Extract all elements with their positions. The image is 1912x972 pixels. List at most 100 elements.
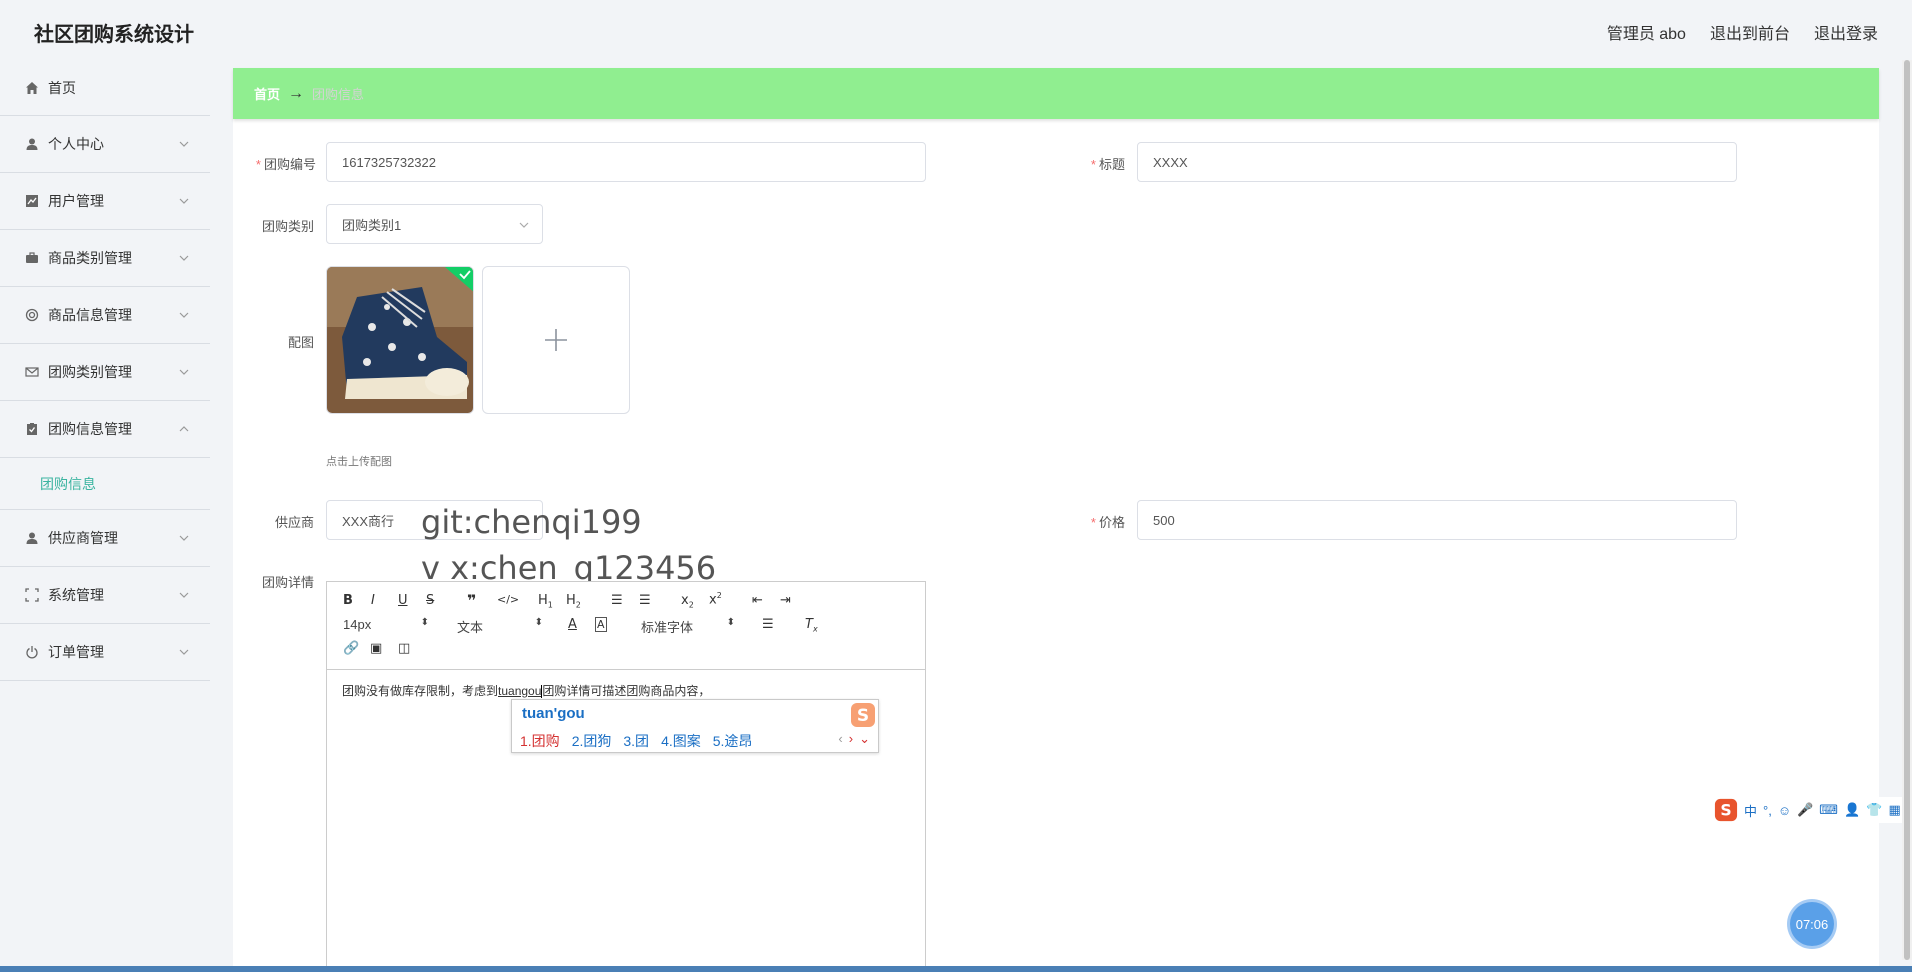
editor-text-before: 团购没有做库存限制，考虑到 <box>342 684 499 698</box>
sidebar-subitem-group-info[interactable]: 团购信息 <box>0 458 210 510</box>
timer-badge[interactable]: 07:06 <box>1790 902 1834 946</box>
chevron-right-icon[interactable]: › <box>849 731 853 747</box>
keyboard-icon[interactable]: ⌨ <box>1819 802 1838 818</box>
sidebar-item-users[interactable]: 用户管理 <box>0 173 210 230</box>
microphone-icon[interactable]: 🎤 <box>1797 802 1813 818</box>
ime-candidate[interactable]: 2.团狗 <box>572 731 612 751</box>
ime-candidate[interactable]: 3.团 <box>623 731 649 751</box>
group-code-label: * 团购编号 <box>255 157 316 172</box>
power-icon <box>24 644 40 660</box>
sidebar-item-orders[interactable]: 订单管理 <box>0 624 210 681</box>
bold-button[interactable]: B <box>343 593 353 608</box>
uploaded-image-thumbnail[interactable] <box>326 266 474 414</box>
header1-button[interactable]: H1 <box>538 593 553 610</box>
price-field[interactable]: 500 <box>1137 500 1737 540</box>
group-category-value: 团购类别1 <box>342 217 402 233</box>
group-category-select[interactable]: 团购类别1 <box>326 204 543 244</box>
sidebar-item-group-category[interactable]: 团购类别管理 <box>0 344 210 401</box>
underline-button[interactable]: U <box>398 593 408 608</box>
group-code-field[interactable]: 1617325732322 <box>326 142 926 182</box>
sidebar-item-label: 团购信息管理 <box>48 421 132 437</box>
ime-punctuation-mode[interactable]: °, <box>1763 803 1772 818</box>
breadcrumb-current: 团购信息 <box>312 87 365 102</box>
font-family-select[interactable]: 标准字体 ⬍ <box>641 617 735 636</box>
code-block-button[interactable]: </> <box>497 593 519 606</box>
subscript-button[interactable]: x2 <box>681 593 694 610</box>
blockquote-button[interactable]: ❞ <box>467 591 476 610</box>
title-field[interactable]: XXXX <box>1137 142 1737 182</box>
chevron-down-icon <box>179 535 189 541</box>
chevron-down-icon <box>179 141 189 147</box>
svg-text:S: S <box>1720 801 1731 820</box>
logout-link[interactable]: 退出登录 <box>1814 20 1878 44</box>
chevron-down-icon <box>179 649 189 655</box>
sidebar-item-system[interactable]: 系统管理 <box>0 567 210 624</box>
indent-button[interactable]: ⇥ <box>780 593 791 608</box>
ime-chinese-mode[interactable]: 中 <box>1744 801 1757 820</box>
home-icon <box>24 80 40 96</box>
sidebar-item-label: 团购类别管理 <box>48 364 132 380</box>
sogou-logo-icon[interactable]: S <box>1714 798 1738 822</box>
sneaker-image <box>327 267 473 413</box>
outdent-button[interactable]: ⇤ <box>752 593 763 608</box>
font-size-select[interactable]: 14px ⬍ <box>343 617 429 632</box>
sidebar-item-profile[interactable]: 个人中心 <box>0 116 210 173</box>
breadcrumb-home[interactable]: 首页 <box>254 84 280 103</box>
sidebar-item-goods-category[interactable]: 商品类别管理 <box>0 230 210 287</box>
font-color-button[interactable]: A <box>568 617 577 632</box>
editor-toolbar: B I U S ❞ </> H1 H2 ☰ ☰ x2 x2 ⇤ ⇥ 14px ⬍ … <box>327 582 925 670</box>
strike-button[interactable]: S <box>426 593 434 608</box>
mail-icon <box>24 364 40 380</box>
supplier-label: 供应商 <box>274 515 314 530</box>
page-scrollbar[interactable] <box>1902 60 1912 960</box>
user-icon[interactable]: 👤 <box>1844 802 1860 818</box>
ime-candidate[interactable]: 4.图案 <box>661 731 701 751</box>
clear-format-button[interactable]: Tx <box>805 617 818 634</box>
ime-candidate[interactable]: 5.途昂 <box>713 731 753 751</box>
skin-icon[interactable]: 👕 <box>1866 802 1882 818</box>
sidebar-item-goods-info[interactable]: 商品信息管理 <box>0 287 210 344</box>
sidebar-item-group-info[interactable]: 团购信息管理 <box>0 401 210 458</box>
editor-composing-text: tuangou <box>498 684 542 698</box>
chevron-left-icon[interactable]: ‹ <box>838 731 842 747</box>
editor-text-after: 团购详情可描述团购商品内容， <box>542 684 711 698</box>
image-icon[interactable]: ▣ <box>370 641 382 656</box>
sidebar-item-label: 订单管理 <box>48 644 104 660</box>
ime-candidate[interactable]: 1.团购 <box>520 731 560 751</box>
sidebar-item-home[interactable]: 首页 <box>0 60 210 116</box>
chevron-down-icon[interactable]: ⌄ <box>859 731 870 747</box>
italic-button[interactable]: I <box>371 593 375 608</box>
back-to-front-link[interactable]: 退出到前台 <box>1710 20 1790 44</box>
sidebar-item-label: 系统管理 <box>48 587 104 603</box>
chevron-down-icon <box>519 222 529 228</box>
sidebar-item-label: 用户管理 <box>48 193 104 209</box>
align-button[interactable]: ☰ <box>762 617 774 632</box>
emoji-icon[interactable]: ☺ <box>1778 803 1791 818</box>
sidebar-item-label: 首页 <box>48 79 76 96</box>
link-icon[interactable]: 🔗 <box>343 641 359 656</box>
chevron-down-icon <box>179 369 189 375</box>
ordered-list-button[interactable]: ☰ <box>611 593 623 608</box>
superscript-button[interactable]: x2 <box>709 591 722 607</box>
top-bar: 社区团购系统设计 管理员 abo 退出到前台 退出登录 <box>0 0 1912 60</box>
header2-button[interactable]: H2 <box>566 593 581 610</box>
user-icon <box>24 530 40 546</box>
background-color-button[interactable]: A <box>595 617 607 632</box>
admin-user-label[interactable]: 管理员 abo <box>1607 20 1686 44</box>
sidebar-item-supplier[interactable]: 供应商管理 <box>0 510 210 567</box>
video-icon[interactable]: ◫ <box>398 641 410 656</box>
block-type-select[interactable]: 文本 ⬍ <box>457 617 543 636</box>
sogou-logo-icon: S <box>851 703 875 727</box>
scrollbar-thumb[interactable] <box>1904 60 1910 960</box>
fullscreen-icon <box>24 587 40 603</box>
chart-icon <box>24 193 40 209</box>
ime-candidate-window: tuan'gou S 1.团购 2.团狗 3.团 4.图案 5.途昂 ‹ › ⌄ <box>511 699 879 753</box>
sidebar-item-label: 商品信息管理 <box>48 307 132 323</box>
price-label: * 价格 <box>1090 515 1125 530</box>
sidebar-item-label: 商品类别管理 <box>48 250 132 266</box>
chevron-down-icon <box>179 255 189 261</box>
bullet-list-button[interactable]: ☰ <box>639 593 651 608</box>
image-upload-button[interactable] <box>482 266 630 414</box>
breadcrumb-separator: → <box>288 84 305 102</box>
toolbox-icon[interactable]: ▦ <box>1888 802 1900 818</box>
